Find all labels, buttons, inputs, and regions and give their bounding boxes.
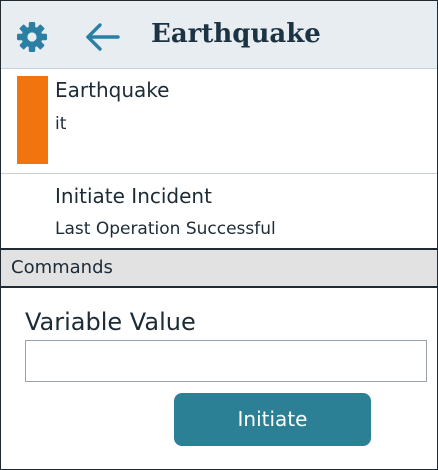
back-arrow-icon[interactable] — [83, 21, 121, 53]
operation-status: Last Operation Successful — [55, 219, 276, 239]
incident-title: Earthquake — [55, 78, 170, 102]
commands-section-header: Commands — [1, 250, 437, 288]
section-label: Commands — [11, 257, 113, 278]
operation-row[interactable]: Initiate Incident Last Operation Success… — [1, 174, 437, 250]
incident-subtitle: it — [55, 114, 67, 134]
variable-value-label: Variable Value — [25, 308, 196, 336]
status-color-bar — [17, 76, 48, 164]
incident-row[interactable]: Earthquake it — [1, 69, 437, 174]
app-window: Earthquake Earthquake it Initiate Incide… — [0, 0, 438, 470]
gear-icon[interactable] — [15, 20, 49, 54]
variable-value-input[interactable] — [25, 340, 427, 382]
operation-title: Initiate Incident — [55, 184, 212, 208]
header-bar: Earthquake — [1, 1, 437, 69]
page-title: Earthquake — [151, 19, 321, 49]
initiate-button[interactable]: Initiate — [174, 393, 371, 446]
